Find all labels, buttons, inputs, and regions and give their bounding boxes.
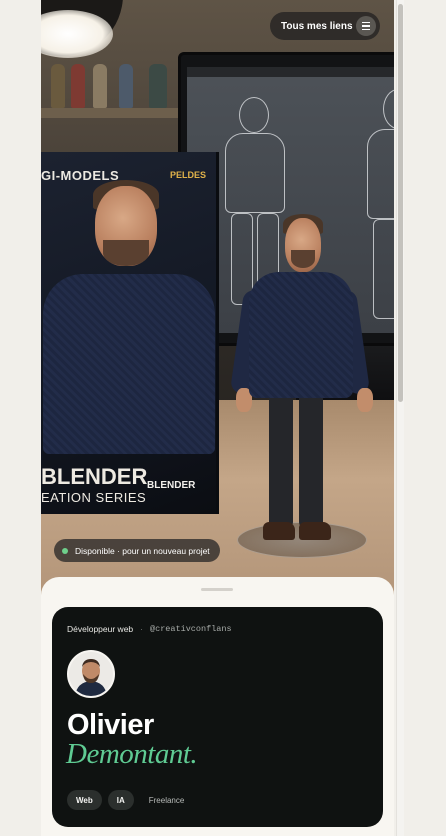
figurine xyxy=(149,64,167,108)
profile-card: Développeur web · @creativconflans Olivi… xyxy=(52,607,383,827)
figurine-beard xyxy=(291,250,315,268)
wireframe-leg xyxy=(373,219,394,319)
hero-photo: GI-MODELS PELDES BLENDER EATION SERIES B… xyxy=(41,0,394,598)
box-series-subtitle: EATION SERIES xyxy=(41,490,147,505)
role-title: Développeur web xyxy=(67,624,134,634)
tag-list: Web IA Freelance xyxy=(67,790,193,810)
avatar-portrait-icon xyxy=(69,652,113,696)
tag-web: Web xyxy=(67,790,102,810)
hamburger-menu-icon[interactable] xyxy=(356,16,376,36)
scrollbar[interactable] xyxy=(396,0,404,836)
product-box: GI-MODELS PELDES BLENDER EATION SERIES B… xyxy=(41,152,219,514)
avatar xyxy=(67,650,115,698)
box-blender-logo: BLENDER xyxy=(147,480,196,491)
figurine-leg xyxy=(269,392,293,528)
availability-text: Disponible · pour un nouveau projet xyxy=(75,545,210,556)
monitor-toolbar xyxy=(187,67,394,77)
social-handle[interactable]: @creativconflans xyxy=(150,624,232,634)
availability-badge: Disponible · pour un nouveau projet xyxy=(54,539,220,562)
figurine xyxy=(51,64,65,108)
status-dot-icon xyxy=(62,547,68,554)
figurine xyxy=(71,64,85,108)
role-line: Développeur web · @creativconflans xyxy=(67,624,232,634)
role-separator: · xyxy=(140,624,143,634)
last-name: Demontant. xyxy=(66,738,198,770)
figurine-shoe xyxy=(263,522,295,540)
box-person-sweater xyxy=(43,274,215,454)
shelf xyxy=(41,108,191,118)
wireframe-head xyxy=(383,89,394,129)
sheet-drag-handle[interactable] xyxy=(201,588,233,591)
figurine-hand xyxy=(357,388,373,412)
bottom-sheet: Développeur web · @creativconflans Olivi… xyxy=(41,577,394,836)
box-person-beard xyxy=(103,240,149,266)
figurine xyxy=(119,64,133,108)
all-links-label: Tous mes liens xyxy=(281,20,353,32)
wireframe-torso xyxy=(225,133,285,213)
box-logo: PELDES xyxy=(169,170,206,180)
tag-ia: IA xyxy=(107,790,134,810)
figurine-leg xyxy=(299,392,323,528)
phone-viewport: GI-MODELS PELDES BLENDER EATION SERIES B… xyxy=(41,0,394,836)
figurine-sweater xyxy=(249,272,353,398)
figurine-shoe xyxy=(299,522,331,540)
scrollbar-thumb[interactable] xyxy=(398,4,403,402)
box-series-title: BLENDER xyxy=(41,464,148,489)
wireframe-head xyxy=(239,97,269,133)
tag-freelance: Freelance xyxy=(148,795,185,805)
wireframe-torso xyxy=(367,129,394,219)
box-brand: GI-MODELS xyxy=(41,168,120,183)
figurine xyxy=(93,64,107,108)
all-links-button[interactable]: Tous mes liens xyxy=(270,12,380,40)
